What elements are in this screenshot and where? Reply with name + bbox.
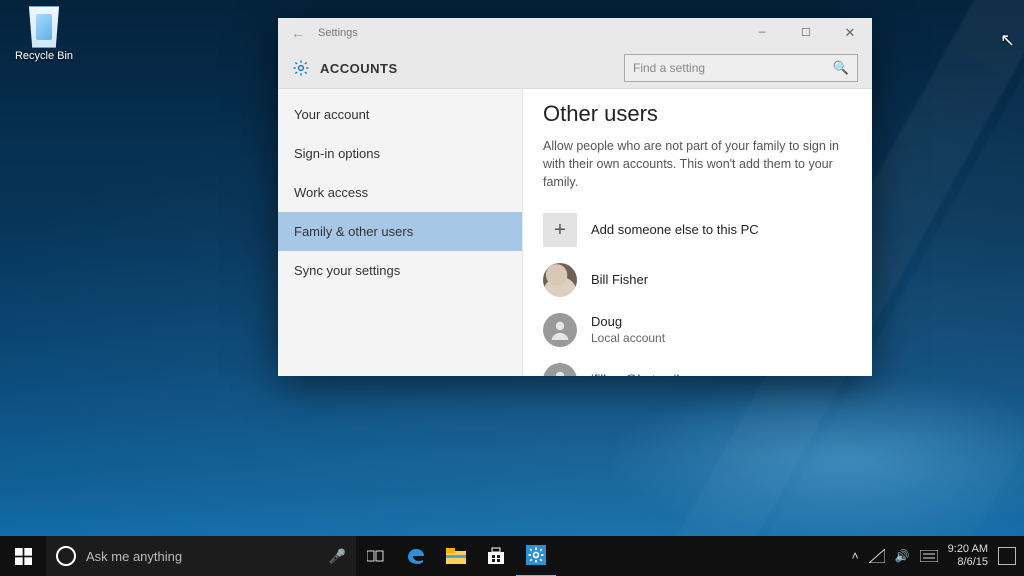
minimize-button[interactable]: ― <box>740 18 784 48</box>
cortana-ring-icon <box>56 546 76 566</box>
user-name: Bill Fisher <box>591 272 648 289</box>
windows-logo-icon <box>15 548 32 565</box>
settings-search-placeholder: Find a setting <box>633 61 705 75</box>
clock-time: 9:20 AM <box>948 543 988 556</box>
sidebar-item-signin-options[interactable]: Sign-in options <box>278 134 522 173</box>
user-name: Doug <box>591 314 665 331</box>
clock-date: 8/6/15 <box>948 556 988 569</box>
sidebar-item-sync-settings[interactable]: Sync your settings <box>278 251 522 290</box>
search-icon: 🔍 <box>833 60 849 76</box>
titlebar[interactable]: ← Settings ― ☐ ✕ <box>278 18 872 48</box>
settings-header: ACCOUNTS Find a setting 🔍 <box>278 48 872 89</box>
settings-sidebar: Your account Sign-in options Work access… <box>278 89 523 376</box>
avatar-silhouette-icon <box>543 363 577 376</box>
taskbar: Ask me anything 🎤 ˄ 🔊 9:20 AM 8/6/15 <box>0 536 1024 576</box>
start-button[interactable] <box>0 536 46 576</box>
add-user-label: Add someone else to this PC <box>591 222 759 239</box>
tray-keyboard-icon[interactable] <box>920 550 938 562</box>
recycle-bin-icon <box>23 6 65 48</box>
settings-search[interactable]: Find a setting 🔍 <box>624 54 858 82</box>
taskbar-settings-icon[interactable] <box>516 535 556 576</box>
user-subtitle: Local account <box>591 331 665 347</box>
taskbar-clock[interactable]: 9:20 AM 8/6/15 <box>948 543 988 568</box>
task-view-button[interactable] <box>356 536 396 576</box>
user-row-jfillory[interactable]: jfillory@hotmail.com <box>543 355 852 376</box>
user-name: jfillory@hotmail.com <box>591 372 708 376</box>
close-button[interactable]: ✕ <box>828 18 872 48</box>
taskbar-edge-icon[interactable] <box>396 536 436 576</box>
user-row-bill-fisher[interactable]: Bill Fisher <box>543 255 852 305</box>
sidebar-item-work-access[interactable]: Work access <box>278 173 522 212</box>
taskbar-store-icon[interactable] <box>476 536 516 576</box>
taskbar-file-explorer-icon[interactable] <box>436 536 476 576</box>
tray-chevron-icon[interactable]: ˄ <box>852 549 859 563</box>
recycle-bin-label: Recycle Bin <box>8 50 80 62</box>
settings-section-title: ACCOUNTS <box>320 61 398 76</box>
recycle-bin-desktop-icon[interactable]: Recycle Bin <box>8 6 80 62</box>
cortana-search-input[interactable]: Ask me anything 🎤 <box>46 536 356 576</box>
window-title: Settings <box>318 27 358 39</box>
system-tray: ˄ 🔊 9:20 AM 8/6/15 <box>852 543 1024 568</box>
action-center-icon[interactable] <box>998 547 1016 565</box>
tray-network-icon[interactable] <box>869 549 885 563</box>
avatar-photo-icon <box>543 263 577 297</box>
content-heading: Other users <box>543 101 852 127</box>
back-button[interactable]: ← <box>278 25 318 41</box>
tray-volume-icon[interactable]: 🔊 <box>895 549 910 563</box>
microphone-icon: 🎤 <box>329 548 346 565</box>
cortana-placeholder: Ask me anything <box>86 549 182 564</box>
avatar-silhouette-icon <box>543 313 577 347</box>
settings-content: Other users Allow people who are not par… <box>523 89 872 376</box>
plus-icon: + <box>543 213 577 247</box>
content-description: Allow people who are not part of your fa… <box>543 137 852 191</box>
settings-window: ← Settings ― ☐ ✕ ACCOUNTS Find a setting… <box>278 18 872 376</box>
sidebar-item-your-account[interactable]: Your account <box>278 95 522 134</box>
user-row-doug[interactable]: Doug Local account <box>543 305 852 355</box>
sidebar-item-family-other-users[interactable]: Family & other users <box>278 212 522 251</box>
add-user-button[interactable]: + Add someone else to this PC <box>543 205 852 255</box>
gear-icon <box>292 59 310 77</box>
maximize-button[interactable]: ☐ <box>784 18 828 48</box>
